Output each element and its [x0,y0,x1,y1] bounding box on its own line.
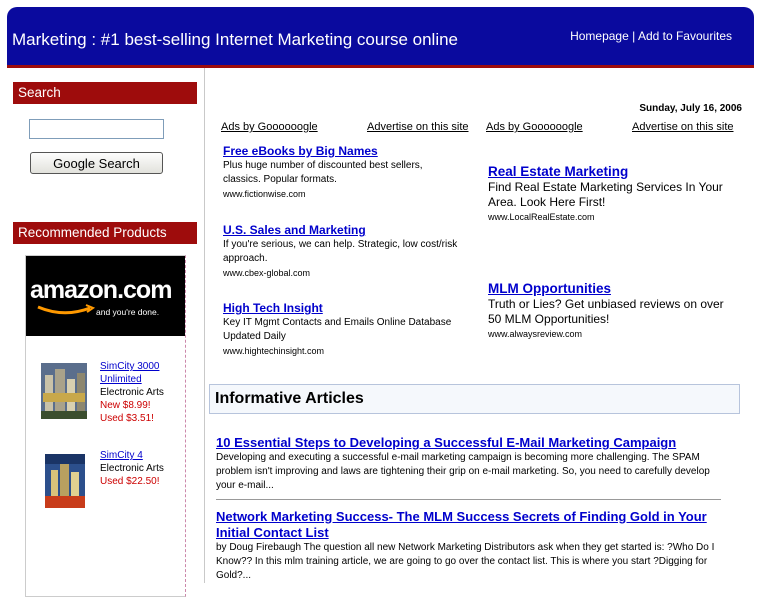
ad-url: www.hightechinsight.com [223,346,325,356]
article-title-link[interactable]: Network Marketing Success- The MLM Succe… [216,509,726,541]
amazon-products-box: amazon.com and you're done. SimCity 3000… [25,255,186,597]
amazon-smile-icon [37,304,96,315]
ad-title-link[interactable]: U.S. Sales and Marketing [223,223,458,238]
search-input[interactable] [29,119,164,139]
ads-by-google-link-right[interactable]: Ads by Goooooogle [486,121,583,133]
product-used-price: Used $22.50! [100,476,160,487]
header-link-separator: | [632,29,636,43]
product-title-link[interactable]: SimCity 4 [100,450,143,461]
ad-url: www.LocalRealEstate.com [488,212,595,222]
ad-free-ebooks: Free eBooks by Big Names Plus huge numbe… [223,144,458,202]
search-heading: Search [13,82,197,104]
main-content: Sunday, July 16, 2006 Ads by Goooooogle … [204,68,754,583]
homepage-link[interactable]: Homepage [570,29,629,43]
site-title: Marketing : #1 best-selling Internet Mar… [12,30,459,49]
ad-description: Key IT Mgmt Contacts and Emails Online D… [223,317,452,342]
ad-mlm-opportunities: MLM Opportunities Truth or Lies? Get unb… [488,281,728,342]
article-summary: by Doug Firebaugh The question all new N… [216,542,715,581]
product-simcity-3000: SimCity 3000 Unlimited Electronic Arts N… [100,360,180,425]
simcity-3000-boxart-icon[interactable] [39,361,89,421]
ads-by-google-link-left[interactable]: Ads by Goooooogle [221,121,318,133]
product-maker: Electronic Arts [100,463,164,474]
header-links: Homepage | Add to Favourites [570,29,732,43]
ad-us-sales-marketing: U.S. Sales and Marketing If you're serio… [223,223,458,281]
advertise-link-left[interactable]: Advertise on this site [367,121,469,133]
article-summary: Developing and executing a successful e-… [216,452,710,491]
recommended-products-heading: Recommended Products [13,222,197,244]
product-new-price: New $8.99! [100,400,151,411]
product-title-link[interactable]: SimCity 3000 Unlimited [100,361,159,385]
product-maker: Electronic Arts [100,387,164,398]
ad-title-link[interactable]: Free eBooks by Big Names [223,144,458,159]
informative-articles-title: Informative Articles [215,390,364,407]
sidebar: Search Google Search Recommended Product… [7,68,205,597]
ad-title-link[interactable]: MLM Opportunities [488,281,728,297]
ad-url: www.fictionwise.com [223,189,306,199]
add-to-favourites-link[interactable]: Add to Favourites [638,29,732,43]
amazon-brand: amazon.com [30,276,172,304]
google-search-button[interactable]: Google Search [30,152,163,174]
advertise-link-right[interactable]: Advertise on this site [632,121,734,133]
informative-articles-header: Informative Articles [209,384,740,414]
article-email-marketing: 10 Essential Steps to Developing a Succe… [216,435,726,493]
ad-title-link[interactable]: High Tech Insight [223,301,468,316]
amazon-logo[interactable]: amazon.com and you're done. [26,256,185,336]
ad-description: Plus huge number of discounted best sell… [223,160,423,185]
ad-url: www.cbex-global.com [223,268,311,278]
product-used-price: Used $3.51! [100,413,154,424]
article-title-link[interactable]: 10 Essential Steps to Developing a Succe… [216,435,726,451]
product-simcity-4: SimCity 4 Electronic Arts Used $22.50! [100,449,180,488]
ad-description: If you're serious, we can help. Strategi… [223,239,458,264]
simcity-4-boxart-icon[interactable] [43,452,87,510]
ad-real-estate-marketing: Real Estate Marketing Find Real Estate M… [488,164,728,225]
article-divider [216,499,721,500]
amazon-tagline: and you're done. [96,307,160,317]
ad-title-link[interactable]: Real Estate Marketing [488,164,728,180]
article-network-marketing: Network Marketing Success- The MLM Succe… [216,509,726,583]
ad-description: Truth or Lies? Get unbiased reviews on o… [488,297,724,326]
ad-description: Find Real Estate Marketing Services In Y… [488,180,723,209]
ad-high-tech-insight: High Tech Insight Key IT Mgmt Contacts a… [223,301,468,359]
ad-url: www.alwaysreview.com [488,329,583,339]
site-header: Marketing : #1 best-selling Internet Mar… [7,7,754,65]
current-date: Sunday, July 16, 2006 [639,103,742,114]
